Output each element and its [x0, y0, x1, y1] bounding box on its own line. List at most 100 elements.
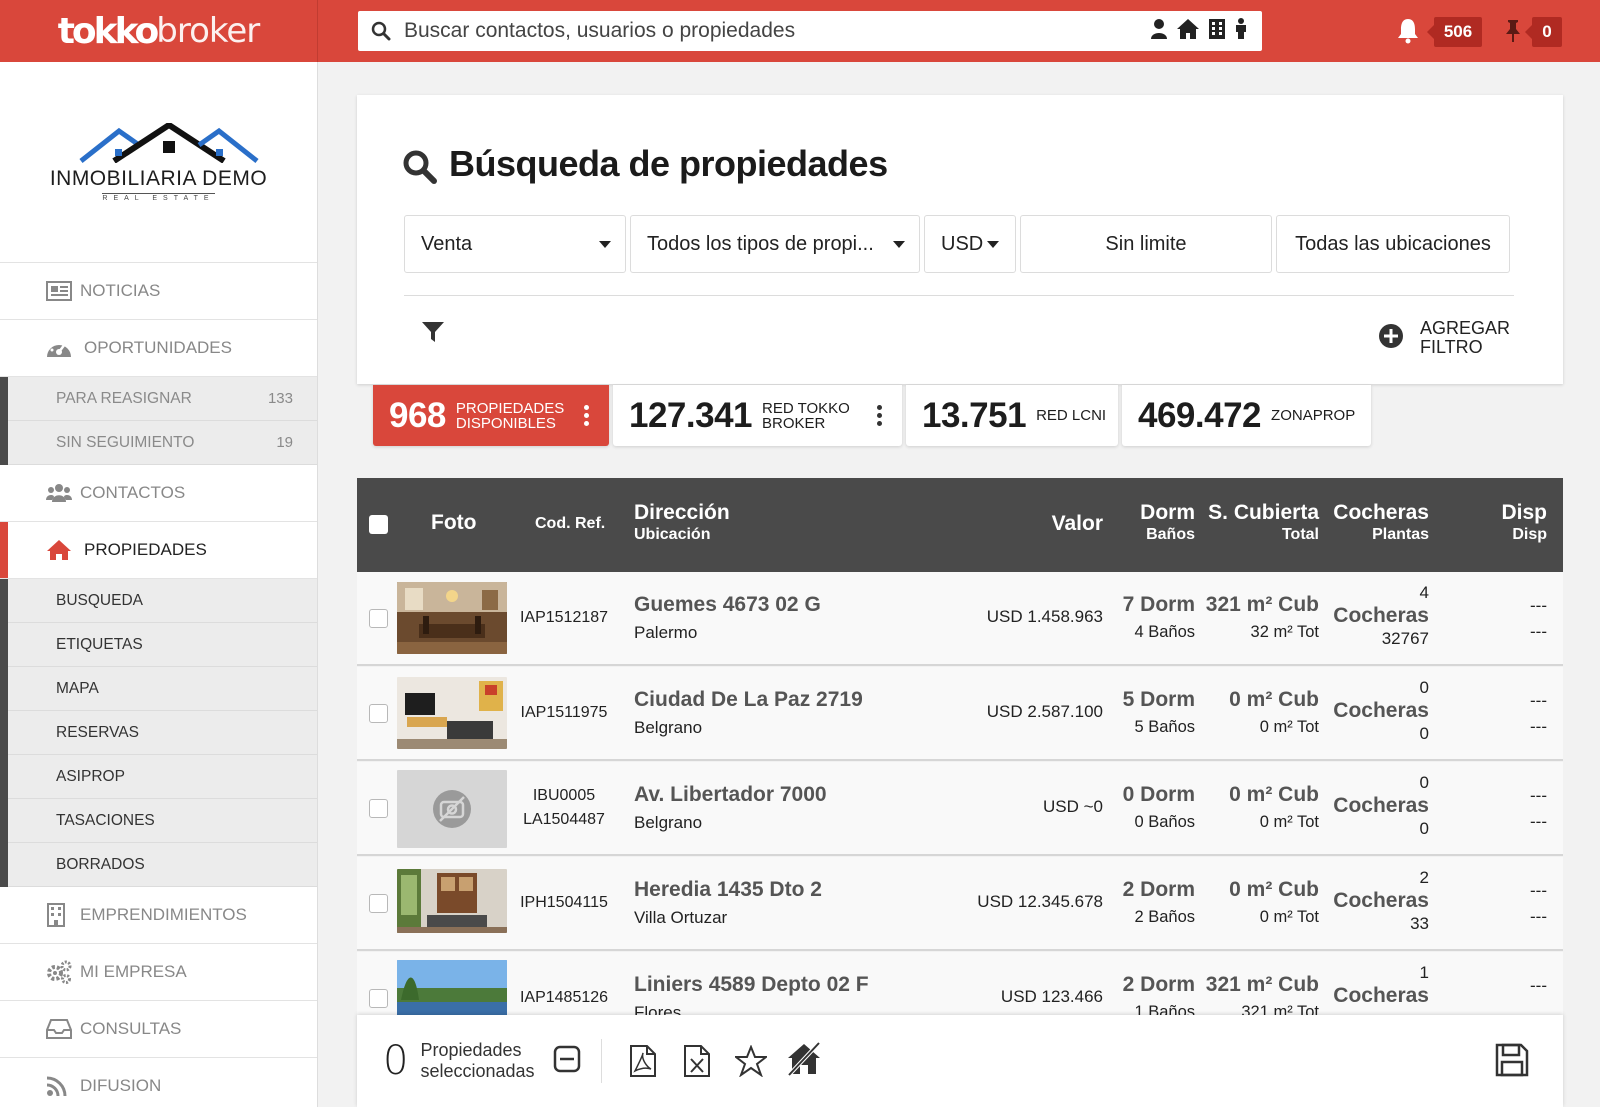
ref-code-secondary[interactable]: LA1504487: [517, 808, 611, 832]
sidebar-item-propiedades[interactable]: PROPIEDADES: [0, 522, 317, 579]
tokko-logo[interactable]: tokko broker: [0, 0, 318, 62]
sidebar-subitem-sin-seguimiento[interactable]: SIN SEGUIMIENTO 19: [8, 421, 317, 465]
header-s-cubierta[interactable]: S. Cubierta: [1208, 501, 1319, 525]
row-checkbox[interactable]: [369, 609, 388, 628]
sidebar-subitem-tasaciones[interactable]: TASACIONES: [8, 799, 317, 843]
unpublish-home-icon[interactable]: [785, 1041, 823, 1082]
sidebar-item-mi-empresa[interactable]: MI EMPRESA: [0, 944, 317, 1001]
select-all-checkbox[interactable]: [369, 515, 388, 534]
pdf-icon[interactable]: [629, 1045, 657, 1082]
row-checkbox[interactable]: [369, 704, 388, 723]
currency-value: USD: [941, 232, 984, 255]
table-row[interactable]: IAP1511975 Ciudad De La Paz 2719 Belgrano…: [357, 667, 1563, 761]
user-icon[interactable]: [1150, 18, 1168, 45]
property-address[interactable]: Guemes 4673 02 G: [634, 593, 821, 617]
header-valor[interactable]: Valor: [1052, 512, 1103, 536]
deselect-all-icon[interactable]: [553, 1045, 581, 1078]
pinned-count-badge[interactable]: 0: [1525, 17, 1562, 47]
stat-zonaprop[interactable]: 469.472 ZONAPROP: [1122, 385, 1371, 446]
table-row[interactable]: IAP1485126 Liniers 4589 Depto 02 F Flores…: [357, 952, 1563, 1018]
excel-icon[interactable]: [683, 1045, 711, 1082]
sidebar-item-difusion[interactable]: DIFUSION: [0, 1058, 317, 1107]
property-address[interactable]: Heredia 1435 Dto 2: [634, 878, 822, 902]
building-icon[interactable]: [1208, 18, 1226, 45]
header-dorm[interactable]: Dorm: [1140, 501, 1195, 525]
company-name: INMOBILIARIA DEMO: [49, 166, 268, 190]
location-filter[interactable]: Todas las ubicaciones: [1276, 215, 1510, 273]
subitem-label: ETIQUETAS: [56, 635, 143, 653]
sidebar-item-emprendimientos[interactable]: EMPRENDIMIENTOS: [0, 887, 317, 944]
stat-propiedades-disponibles[interactable]: 968 PROPIEDADES DISPONIBLES: [373, 385, 609, 446]
property-address[interactable]: Liniers 4589 Depto 02 F: [634, 973, 869, 997]
property-address[interactable]: Ciudad De La Paz 2719: [634, 688, 863, 712]
ref-code[interactable]: IAP1485126: [517, 986, 611, 1010]
sidebar-subitem-para-reasignar[interactable]: PARA REASIGNAR 133: [8, 377, 317, 421]
stat-red-tokko[interactable]: 127.341 RED TOKKO BROKER: [613, 385, 902, 446]
no-photo-placeholder[interactable]: [397, 770, 507, 848]
sidebar-subitem-borrados[interactable]: BORRADOS: [8, 843, 317, 887]
more-options-icon[interactable]: [584, 405, 589, 426]
sidebar-item-contactos[interactable]: CONTACTOS: [0, 465, 317, 522]
header-ubicacion[interactable]: Ubicación: [634, 526, 710, 544]
stat-red-lcni[interactable]: 13.751 RED LCNI: [906, 385, 1118, 446]
table-row[interactable]: IPH1504115 Heredia 1435 Dto 2 Villa Ortuz…: [357, 857, 1563, 951]
currency-select[interactable]: USD: [924, 215, 1016, 273]
person-icon[interactable]: [1234, 17, 1248, 45]
header-cocheras[interactable]: Cocheras: [1333, 501, 1429, 525]
notification-count-badge[interactable]: 506: [1427, 17, 1482, 47]
stat-label: PROPIEDADES: [455, 399, 565, 417]
star-icon[interactable]: [733, 1044, 769, 1082]
header-foto: Foto: [431, 511, 477, 534]
ref-code[interactable]: IAP1512187: [517, 606, 611, 630]
stat-number: 469.472: [1138, 395, 1262, 435]
ref-code[interactable]: IAP1511975: [517, 701, 611, 725]
table-row[interactable]: IAP1512187 Guemes 4673 02 G Palermo USD 1…: [357, 572, 1563, 666]
property-address[interactable]: Av. Libertador 7000: [634, 783, 827, 807]
more-options-icon[interactable]: [877, 405, 882, 426]
sidebar-subitem-asiprop[interactable]: ASIPROP: [8, 755, 317, 799]
property-photo[interactable]: [397, 960, 507, 1018]
header-cod-ref[interactable]: Cod. Ref.: [535, 515, 605, 533]
sidebar-item-label: NOTICIAS: [80, 281, 161, 300]
filter-funnel-icon[interactable]: [421, 320, 445, 349]
ref-code[interactable]: IPH1504115: [517, 891, 611, 915]
pin-icon[interactable]: [1504, 18, 1522, 49]
header-banos[interactable]: Baños: [1146, 526, 1195, 544]
property-photo[interactable]: [397, 677, 507, 749]
sidebar-subitem-busqueda[interactable]: BUSQUEDA: [8, 579, 317, 623]
property-type-select[interactable]: Todos los tipos de propi...: [630, 215, 920, 273]
properties-table: Foto Cod. Ref. Dirección Ubicación Valor…: [357, 478, 1563, 1018]
cocheras-label: Cocheras: [1333, 794, 1429, 817]
price-filter[interactable]: Sin limite: [1020, 215, 1272, 273]
sidebar-item-consultas[interactable]: CONSULTAS: [0, 1001, 317, 1058]
ref-code[interactable]: IBU0005: [517, 784, 611, 808]
sidebar-subitem-etiquetas[interactable]: ETIQUETAS: [8, 623, 317, 667]
sidebar-item-noticias[interactable]: NOTICIAS: [0, 263, 317, 320]
property-location: Villa Ortuzar: [634, 908, 728, 927]
table-row[interactable]: IBU0005 LA1504487 Av. Libertador 7000 Belg…: [357, 762, 1563, 856]
header-plantas[interactable]: Plantas: [1372, 526, 1429, 544]
save-icon[interactable]: [1495, 1043, 1529, 1082]
building-icon: [46, 903, 80, 927]
sidebar-subitem-reservas[interactable]: RESERVAS: [8, 711, 317, 755]
property-banos: 2 Baños: [1134, 908, 1195, 926]
stat-label: ZONAPROP: [1271, 407, 1356, 424]
property-photo[interactable]: [397, 869, 507, 933]
row-checkbox[interactable]: [369, 799, 388, 818]
add-filter-button[interactable]: AGREGAR FILTRO: [1378, 319, 1510, 357]
bell-icon[interactable]: [1396, 18, 1420, 49]
company-logo[interactable]: INMOBILIARIA DEMO REAL ESTATE: [0, 62, 317, 263]
sidebar-item-oportunidades[interactable]: OPORTUNIDADES: [0, 320, 317, 377]
property-value: USD 123.466: [1000, 987, 1103, 1006]
row-checkbox[interactable]: [369, 894, 388, 913]
house-icon[interactable]: [1176, 18, 1200, 45]
header-direccion[interactable]: Dirección: [634, 501, 730, 525]
row-checkbox[interactable]: [369, 989, 388, 1008]
property-photo[interactable]: [397, 582, 507, 654]
search-input[interactable]: [404, 19, 1150, 43]
header-disp-sub[interactable]: Disp: [1512, 526, 1547, 544]
sidebar-subitem-mapa[interactable]: MAPA: [8, 667, 317, 711]
header-total[interactable]: Total: [1282, 526, 1319, 544]
header-disp[interactable]: Disp: [1501, 501, 1547, 525]
operation-select[interactable]: Venta: [404, 215, 626, 273]
